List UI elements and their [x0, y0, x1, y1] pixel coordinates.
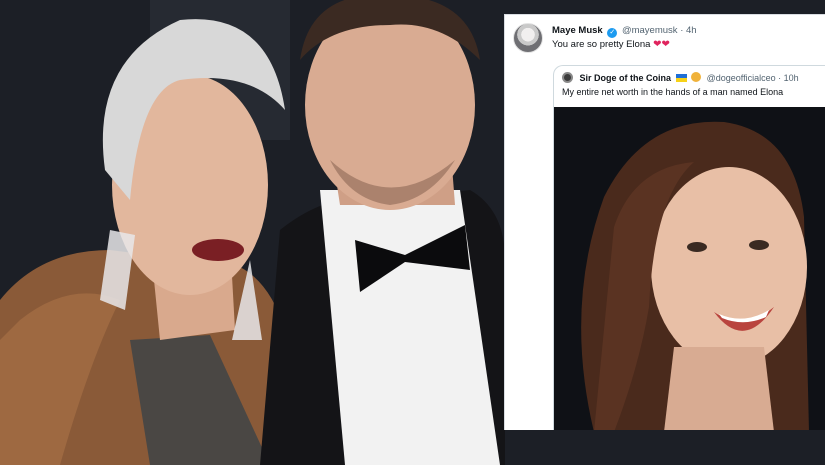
quoted-author-avatar — [562, 72, 573, 83]
tweet-header: Maye Musk ✓ @mayemusk · 4h You are so pr… — [513, 23, 819, 63]
cat-emoji-icon — [691, 72, 702, 82]
author-name[interactable]: Maye Musk — [552, 25, 603, 36]
tweet-card: Maye Musk ✓ @mayemusk · 4h You are so pr… — [504, 14, 825, 430]
quoted-tweet-text: My entire net worth in the hands of a ma… — [562, 87, 784, 97]
tweet-time[interactable]: 4h — [686, 25, 697, 36]
hearts-emoji-icon: ❤❤ — [653, 39, 670, 50]
quoted-tweet-header: Sir Doge of the Coina @dogeofficialceo ·… — [562, 72, 799, 83]
quoted-author-name: Sir Doge of the Coina — [579, 73, 672, 83]
quoted-author-handle: @dogeofficialceo — [706, 73, 776, 83]
author-line: Maye Musk ✓ @mayemusk · 4h — [552, 25, 697, 38]
portrait-illustration — [554, 107, 825, 430]
quoted-tweet[interactable]: Sir Doge of the Coina @dogeofficialceo ·… — [553, 65, 825, 430]
woman-face — [651, 167, 807, 367]
quoted-tweet-image[interactable] — [554, 107, 825, 430]
author-avatar[interactable] — [513, 23, 543, 53]
author-handle[interactable]: @mayemusk — [622, 25, 678, 36]
tweet-text: You are so pretty Elona ❤❤ — [552, 39, 670, 50]
tweet-body: You are so pretty Elona — [552, 39, 651, 50]
quoted-tweet-time: 10h — [783, 73, 799, 83]
verified-badge-icon: ✓ — [607, 28, 618, 38]
ukraine-flag-icon — [675, 74, 687, 82]
